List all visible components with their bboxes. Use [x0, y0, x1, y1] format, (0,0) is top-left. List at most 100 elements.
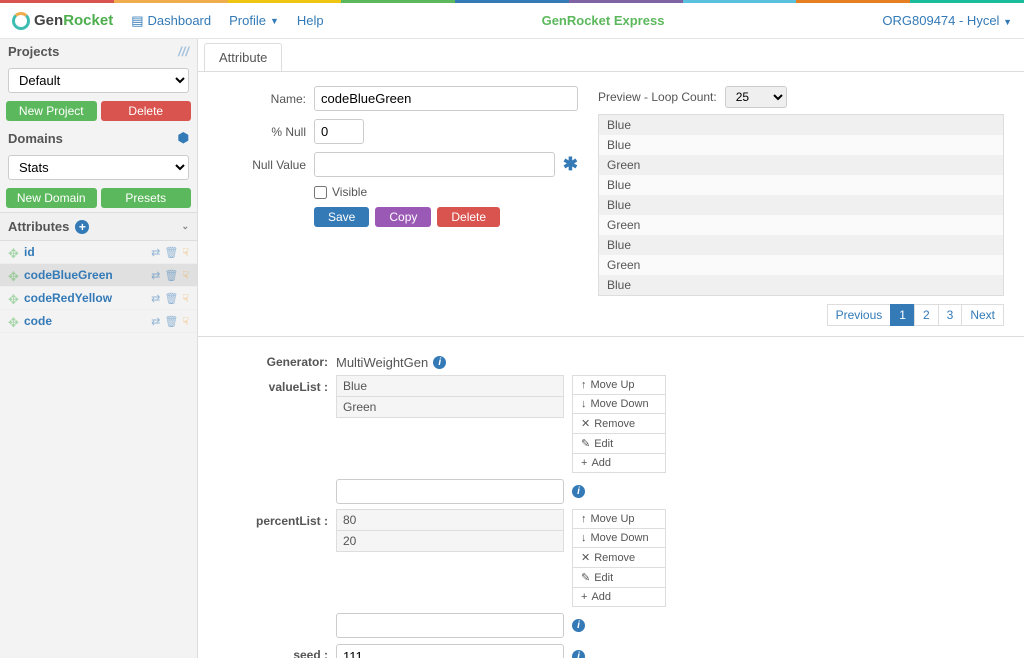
generator-name: MultiWeightGen i — [336, 351, 446, 370]
copy-button[interactable]: Copy — [375, 207, 431, 227]
remove-button[interactable]: ✕Remove — [572, 547, 666, 568]
tab-attribute[interactable]: Attribute — [204, 43, 282, 71]
name-label: Name: — [218, 92, 306, 106]
nav-help[interactable]: Help — [297, 13, 324, 28]
chevron-down-icon: ▼ — [270, 16, 279, 26]
loop-count-select[interactable]: 25 — [725, 86, 787, 108]
percentlist-actions: ↑Move Up ↓Move Down ✕Remove ✎Edit +Add — [572, 510, 666, 607]
preview-panel: Preview - Loop Count: 25 Blue Blue Green… — [598, 86, 1004, 326]
percentlist-box: 80 20 — [336, 510, 564, 552]
move-icon[interactable]: ✥ — [8, 269, 20, 281]
projects-header: Projects /// — [0, 39, 197, 64]
attr-item-codeRedYellow[interactable]: ✥ codeRedYellow ⇄ 🗑 ☟ — [0, 287, 197, 310]
cube-icon[interactable]: ⬢ — [178, 130, 189, 146]
save-button[interactable]: Save — [314, 207, 369, 227]
trash-icon[interactable]: 🗑 — [164, 246, 178, 259]
info-icon[interactable]: i — [572, 650, 585, 658]
trash-icon[interactable]: 🗑 — [164, 315, 178, 328]
pencil-icon: ✎ — [581, 437, 590, 450]
app-title: GenRocket Express — [342, 13, 865, 28]
moveup-button[interactable]: ↑Move Up — [572, 509, 666, 529]
info-icon[interactable]: i — [433, 356, 446, 369]
pctnull-input[interactable] — [314, 119, 364, 144]
delete-button[interactable]: Delete — [437, 207, 500, 227]
plus-icon: + — [581, 457, 587, 469]
add-button[interactable]: +Add — [572, 587, 666, 607]
move-icon[interactable]: ✥ — [8, 246, 20, 258]
nullval-input[interactable] — [314, 152, 555, 177]
hand-icon[interactable]: ☟ — [182, 269, 189, 282]
asterisk-icon: ✱ — [563, 154, 578, 175]
x-icon: ✕ — [581, 417, 590, 430]
pager-next[interactable]: Next — [961, 304, 1004, 326]
nav-dashboard[interactable]: ▤ Dashboard — [131, 13, 211, 29]
preview-row: Green — [599, 215, 1003, 235]
pager-page-2[interactable]: 2 — [914, 304, 939, 326]
hand-icon[interactable]: ☟ — [182, 292, 189, 305]
name-input[interactable] — [314, 86, 578, 111]
edit-button[interactable]: ✎Edit — [572, 433, 666, 454]
top-color-strip — [0, 0, 1024, 3]
list-item[interactable]: Blue — [336, 375, 564, 397]
tab-row: Attribute — [198, 39, 1024, 72]
chevron-down-icon: ▼ — [1003, 17, 1012, 27]
hand-icon[interactable]: ☟ — [182, 315, 189, 328]
presets-button[interactable]: Presets — [101, 188, 192, 208]
movedown-button[interactable]: ↓Move Down — [572, 528, 666, 548]
calendar-icon: ▤ — [131, 13, 143, 29]
retweet-icon[interactable]: ⇄ — [151, 315, 160, 328]
seed-input[interactable] — [336, 644, 564, 658]
logo[interactable]: GenRocket — [12, 12, 113, 30]
list-item[interactable]: 20 — [336, 530, 564, 552]
domains-header: Domains ⬢ — [0, 125, 197, 151]
delete-project-button[interactable]: Delete — [101, 101, 192, 121]
preview-row: Green — [599, 255, 1003, 275]
pager-page-3[interactable]: 3 — [938, 304, 963, 326]
edit-button[interactable]: ✎Edit — [572, 567, 666, 588]
new-domain-button[interactable]: New Domain — [6, 188, 97, 208]
chevron-down-icon: ⌄ — [181, 221, 189, 232]
retweet-icon[interactable]: ⇄ — [151, 269, 160, 282]
nav-profile[interactable]: Profile ▼ — [229, 13, 279, 28]
list-item[interactable]: 80 — [336, 509, 564, 531]
pager-page-1[interactable]: 1 — [890, 304, 915, 326]
content: Attribute Name: % Null Null Value ✱ — [198, 39, 1024, 658]
move-icon[interactable]: ✥ — [8, 315, 20, 327]
arrow-down-icon: ↓ — [581, 532, 587, 544]
valuelist-input[interactable] — [336, 479, 564, 504]
preview-row: Blue — [599, 235, 1003, 255]
attributes-header[interactable]: Attributes + ⌄ — [0, 212, 197, 241]
attr-item-codeBlueGreen[interactable]: ✥ codeBlueGreen ⇄ 🗑 ☟ — [0, 264, 197, 287]
pager-prev[interactable]: Previous — [827, 304, 892, 326]
attr-item-id[interactable]: ✥ id ⇄ 🗑 ☟ — [0, 241, 197, 264]
percentlist-input[interactable] — [336, 613, 564, 638]
remove-button[interactable]: ✕Remove — [572, 413, 666, 434]
list-item[interactable]: Green — [336, 396, 564, 418]
retweet-icon[interactable]: ⇄ — [151, 246, 160, 259]
retweet-icon[interactable]: ⇄ — [151, 292, 160, 305]
move-icon[interactable]: ✥ — [8, 292, 20, 304]
nullval-label: Null Value — [218, 158, 306, 172]
trash-icon[interactable]: 🗑 — [164, 269, 178, 282]
moveup-button[interactable]: ↑Move Up — [572, 375, 666, 395]
visible-checkbox[interactable] — [314, 186, 327, 199]
lines-icon[interactable]: /// — [178, 44, 189, 59]
project-select[interactable]: Default — [8, 68, 189, 93]
new-project-button[interactable]: New Project — [6, 101, 97, 121]
hand-icon[interactable]: ☟ — [182, 246, 189, 259]
add-button[interactable]: +Add — [572, 453, 666, 473]
trash-icon[interactable]: 🗑 — [164, 292, 178, 305]
arrow-up-icon: ↑ — [581, 379, 587, 391]
plus-icon: + — [581, 591, 587, 603]
movedown-button[interactable]: ↓Move Down — [572, 394, 666, 414]
sidebar: Projects /// Default New Project Delete … — [0, 39, 198, 658]
arrow-down-icon: ↓ — [581, 398, 587, 410]
attr-item-code[interactable]: ✥ code ⇄ 🗑 ☟ — [0, 310, 197, 333]
info-icon[interactable]: i — [572, 485, 585, 498]
valuelist-label: valueList : — [218, 376, 328, 394]
add-attribute-icon[interactable]: + — [75, 220, 89, 234]
domain-select[interactable]: Stats — [8, 155, 189, 180]
preview-row: Blue — [599, 275, 1003, 295]
nav-org[interactable]: ORG809474 - Hycel ▼ — [882, 13, 1012, 28]
info-icon[interactable]: i — [572, 619, 585, 632]
